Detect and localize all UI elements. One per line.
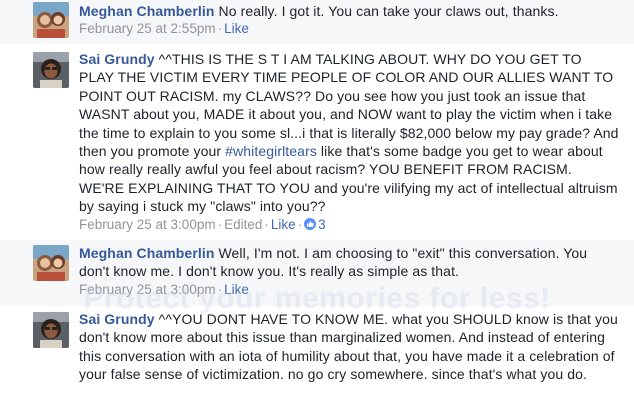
timestamp-link[interactable]: February 25 at 3:00pm: [79, 282, 216, 297]
timestamp-link[interactable]: February 25 at 2:55pm: [79, 21, 216, 36]
timestamp-link[interactable]: February 25 at 3:00pm: [79, 217, 216, 232]
thumbs-up-icon: [304, 217, 317, 230]
avatar-meghan-image: [33, 2, 69, 38]
comment-meta: February 25 at 3:00pm · Edited · Like · 3: [79, 216, 620, 234]
like-count: 3: [318, 216, 326, 232]
like-button[interactable]: Like: [271, 217, 296, 232]
comment-text: Sai Grundy ^^THIS IS THE S T I AM TALKIN…: [79, 50, 620, 216]
comment-sai-1: Sai Grundy ^^THIS IS THE S T I AM TALKIN…: [0, 44, 634, 240]
author-name-link[interactable]: Meghan Chamberlin: [79, 245, 215, 261]
like-button[interactable]: Like: [224, 282, 249, 297]
comment-body: No really. I got it. You can take your c…: [214, 3, 559, 19]
author-name-link[interactable]: Meghan Chamberlin: [79, 3, 215, 19]
comment-meta: February 25 at 2:55pm · Like: [79, 20, 620, 38]
hashtag-link[interactable]: #whitegirltears: [225, 143, 317, 159]
comment-text: Meghan Chamberlin No really. I got it. Y…: [79, 2, 620, 20]
comment-body: ^^YOU DONT HAVE TO KNOW ME. what you SHO…: [79, 311, 618, 383]
comment-sai-2: Sai Grundy ^^YOU DONT HAVE TO KNOW ME. w…: [0, 306, 634, 402]
comment-meta: February 25 at 3:00pm · Like: [79, 281, 620, 299]
avatar-sai[interactable]: [33, 312, 69, 348]
meta-separator: ·: [217, 216, 223, 232]
comment-text: Sai Grundy ^^YOU DONT HAVE TO KNOW ME. w…: [79, 310, 620, 384]
avatar-sai-image: [33, 52, 69, 88]
meta-separator: ·: [217, 21, 223, 37]
author-name-link[interactable]: Sai Grundy: [79, 311, 155, 327]
comment-thread: Meghan Chamberlin No really. I got it. Y…: [0, 0, 634, 402]
meta-separator: ·: [217, 281, 223, 297]
avatar-meghan[interactable]: [33, 2, 69, 38]
like-count-link[interactable]: 3: [304, 217, 326, 232]
edited-link[interactable]: Edited: [224, 217, 262, 232]
meta-separator: ·: [297, 216, 303, 232]
author-name-link[interactable]: Sai Grundy: [79, 51, 155, 67]
avatar-sai-image: [33, 312, 69, 348]
avatar-meghan[interactable]: [33, 245, 69, 281]
avatar-sai[interactable]: [33, 52, 69, 88]
comment-meghan-2: Meghan Chamberlin Well, I'm not. I am ch…: [0, 240, 634, 306]
comment-meghan-1: Meghan Chamberlin No really. I got it. Y…: [0, 0, 634, 44]
avatar-meghan-image: [33, 245, 69, 281]
like-button[interactable]: Like: [224, 21, 249, 36]
comment-text: Meghan Chamberlin Well, I'm not. I am ch…: [79, 244, 620, 281]
meta-separator: ·: [264, 216, 269, 232]
